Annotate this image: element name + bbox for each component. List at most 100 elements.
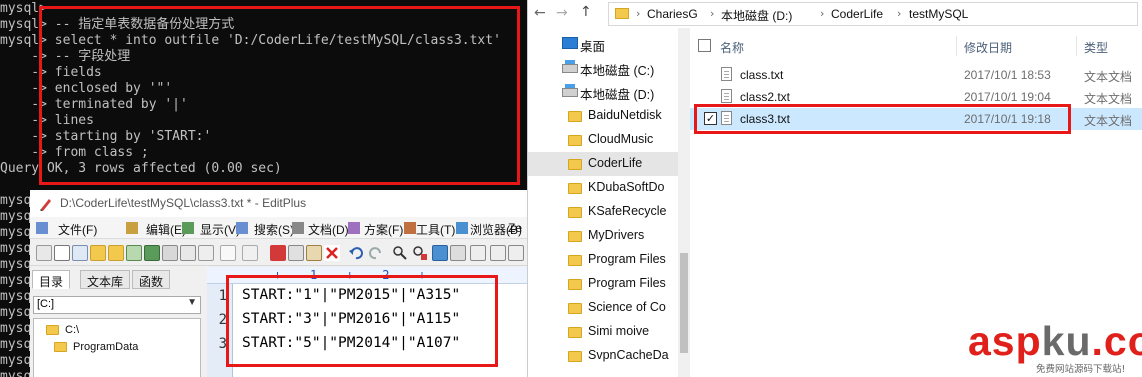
search-menu-icon [236, 222, 248, 234]
document-menu-icon [292, 222, 304, 234]
tab-functions[interactable]: 函数 [132, 270, 171, 289]
menu-tools[interactable]: 工具(T) [416, 221, 455, 238]
nav-item[interactable]: CoderLife [528, 152, 678, 176]
nav-item[interactable]: 本地磁盘 (D:) [528, 80, 678, 104]
editplus-titlebar[interactable]: D:\CoderLife\testMySQL\class3.txt * - Ed… [30, 190, 527, 217]
file-menu-icon [36, 222, 48, 234]
ruler-icon[interactable] [490, 245, 506, 261]
browser-menu-icon [456, 222, 468, 234]
nav-item-label: Science of Co [588, 300, 666, 314]
editplus-toolbar [30, 240, 527, 266]
spell-check-icon[interactable] [242, 245, 258, 261]
folder-icon [568, 207, 582, 218]
word-wrap-icon[interactable] [470, 245, 486, 261]
menu-view[interactable]: 显示(V) [200, 221, 240, 238]
editplus-window-title: D:\CoderLife\testMySQL\class3.txt * - Ed… [60, 196, 307, 210]
edit-menu-icon [126, 222, 138, 234]
menu-search[interactable]: 搜索(S) [254, 221, 294, 238]
address-field[interactable]: › ChariesG › 本地磁盘 (D:) › CoderLife › tes… [608, 2, 1138, 26]
find-icon[interactable] [392, 245, 408, 261]
menu-edit[interactable]: 编辑(E) [146, 221, 186, 238]
column-divider[interactable] [956, 36, 957, 56]
nav-item[interactable]: CloudMusic [528, 128, 678, 152]
back-arrow-icon[interactable]: ← [534, 5, 546, 21]
breadcrumb-coderlife[interactable]: CoderLife [831, 7, 883, 21]
file-type: 文本文档 [1084, 70, 1133, 84]
menu-project[interactable]: 方案(F) [364, 221, 403, 238]
redo-icon[interactable] [368, 245, 384, 261]
editplus-menubar: 文件(F) 编辑(E) 显示(V) 搜索(S) 文档(D) 方案(F) 工具(T… [30, 217, 527, 239]
chevron-right-icon: › [636, 7, 641, 20]
column-name[interactable]: 名称 [720, 39, 744, 56]
nav-item[interactable]: KDubaSoftDo [528, 176, 678, 200]
breadcrumb-drive[interactable]: 本地磁盘 (D:) [721, 7, 792, 24]
nav-item[interactable]: Program Files [528, 248, 678, 272]
folder-icon [568, 135, 582, 146]
cut-icon[interactable] [270, 245, 286, 261]
menu-file[interactable]: 文件(F) [58, 221, 97, 238]
find-in-page-icon[interactable] [220, 245, 236, 261]
nav-item[interactable]: BaiduNetdisk [528, 104, 678, 128]
nav-item[interactable]: Simi moive [528, 320, 678, 344]
tab-cliptext[interactable]: 文本库 [80, 270, 131, 289]
file-row[interactable]: class.txt 2017/10/1 18:53 文本文档 [690, 64, 1142, 86]
open-folder-icon[interactable] [90, 245, 106, 261]
nav-item-label: MyDrivers [588, 228, 645, 242]
new-html-icon[interactable] [54, 245, 70, 261]
nav-item-label: KDubaSoftDo [588, 180, 665, 194]
breadcrumb-testmysql[interactable]: testMySQL [909, 7, 968, 21]
address-bar: ← → ↑ › ChariesG › 本地磁盘 (D:) › CoderLife… [528, 0, 1142, 28]
drive-select[interactable]: [C:] ▼ [33, 296, 201, 314]
preview-icon[interactable] [198, 245, 214, 261]
column-date[interactable]: 修改日期 [964, 39, 1012, 56]
nav-item[interactable]: SvpnCacheDa [528, 344, 678, 368]
print-preview-icon[interactable] [180, 245, 196, 261]
navigation-scrollbar[interactable] [678, 28, 690, 377]
fullscreen-icon[interactable] [450, 245, 466, 261]
chevron-right-icon: › [710, 7, 715, 20]
file-name: class2.txt [740, 90, 791, 104]
nav-item[interactable]: 桌面 [528, 32, 678, 56]
column-type[interactable]: 类型 [1084, 39, 1108, 56]
tab-directory[interactable]: 目录 [32, 270, 71, 289]
goto-line-icon[interactable] [432, 245, 448, 261]
menu-document[interactable]: 文档(D) [308, 221, 349, 238]
copy-icon[interactable] [288, 245, 304, 261]
nav-item[interactable]: MyDrivers [528, 224, 678, 248]
save-all-icon[interactable] [144, 245, 160, 261]
open-remote-icon[interactable] [108, 245, 124, 261]
up-arrow-icon[interactable]: ↑ [580, 4, 592, 20]
menu-zen[interactable]: Ze [508, 221, 522, 235]
scrollbar-thumb[interactable] [680, 253, 688, 353]
file-date: 2017/10/1 18:53 [964, 68, 1051, 82]
nav-item[interactable]: Program Files [528, 272, 678, 296]
text-file-icon [721, 89, 732, 103]
column-divider[interactable] [1076, 36, 1077, 56]
breadcrumb-user[interactable]: ChariesG [647, 7, 698, 21]
delete-icon[interactable] [324, 245, 340, 261]
replace-icon[interactable] [412, 245, 428, 261]
nav-item-label: CloudMusic [588, 132, 654, 146]
folder-icon [568, 279, 582, 290]
file-type: 文本文档 [1084, 114, 1133, 128]
nav-item[interactable]: 本地磁盘 (C:) [528, 56, 678, 80]
chevron-right-icon: › [897, 7, 902, 20]
new-file-icon[interactable] [36, 245, 52, 261]
nav-item-label: KSafeRecycle [588, 204, 667, 218]
paste-icon[interactable] [306, 245, 322, 261]
forward-arrow-icon[interactable]: → [556, 5, 568, 21]
undo-icon[interactable] [348, 245, 364, 261]
print-icon[interactable] [162, 245, 178, 261]
select-all-checkbox[interactable] [698, 39, 711, 52]
dir-item[interactable]: C:\ [46, 324, 79, 336]
nav-item[interactable]: Science of Co [528, 296, 678, 320]
line-number-icon[interactable] [508, 245, 524, 261]
nav-item[interactable]: KSafeRecycle [528, 200, 678, 224]
new-browser-icon[interactable] [72, 245, 88, 261]
save-icon[interactable] [126, 245, 142, 261]
directory-list[interactable]: C:\ ProgramData [33, 318, 201, 377]
folder-icon [615, 8, 629, 19]
dir-item[interactable]: ProgramData [54, 341, 138, 353]
drive-icon [562, 60, 578, 73]
column-header: 名称 修改日期 类型 [690, 34, 1142, 58]
